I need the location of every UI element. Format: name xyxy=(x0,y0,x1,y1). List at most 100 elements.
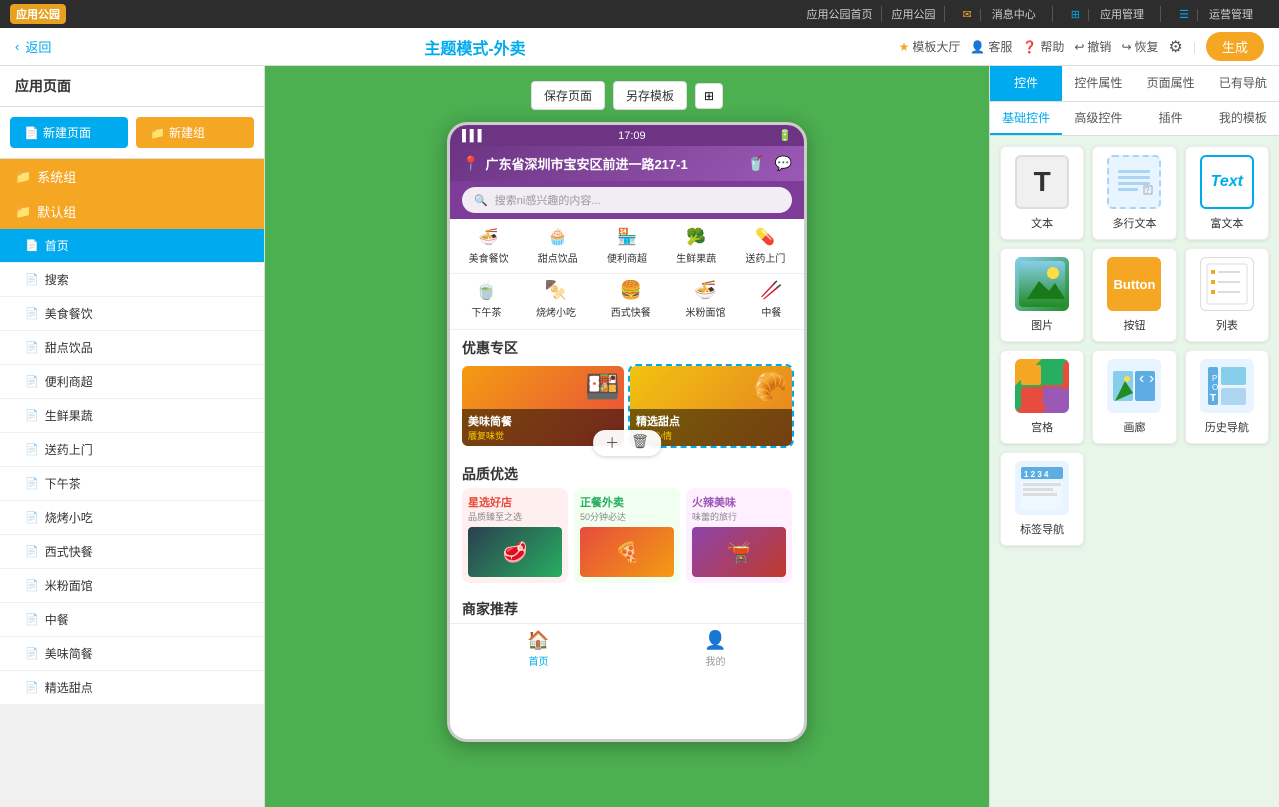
nav-link-operations[interactable]: ☰ 运营管理 xyxy=(1163,6,1269,22)
nav-link-msg[interactable]: ✉ 消息中心 xyxy=(947,6,1053,22)
sidebar-item-shaokao[interactable]: 📄 烧烤小吃 xyxy=(0,501,264,535)
undo-link[interactable]: ↩ 撤销 xyxy=(1074,38,1111,55)
cat-zhongcan-label: 中餐 xyxy=(761,304,781,319)
sidebar-group-default[interactable]: 📁 默认组 xyxy=(0,194,264,229)
canvas-expand-icon[interactable]: ⊞ xyxy=(695,83,723,109)
cat-mifen[interactable]: 🍜 米粉面馆 xyxy=(685,280,725,319)
cat-tiandian[interactable]: 🧁 甜点饮品 xyxy=(538,227,578,265)
tab-widgets[interactable]: 控件 xyxy=(990,66,1062,101)
sidebar-item-meijian[interactable]: 📄 美味简餐 xyxy=(0,637,264,671)
quality-img-0: 🥩 xyxy=(468,527,562,577)
widget-list[interactable]: 列表 xyxy=(1185,248,1269,342)
promo-delete-icon[interactable]: 🗑 xyxy=(631,433,649,453)
subtab-mytemplate[interactable]: 我的模板 xyxy=(1207,102,1279,135)
cat-mifen-icon: 🍜 xyxy=(694,280,716,301)
promo-add-icon[interactable]: ＋ xyxy=(605,433,619,453)
toolbar-actions: ★ 模板大厅 👤 客服 ❓ 帮助 ↩ 撤销 ↪ 恢复 ⚙ | 生成 xyxy=(899,32,1264,61)
widget-multitext[interactable]: ? 多行文本 xyxy=(1092,146,1176,240)
tab-nav[interactable]: 已有导航 xyxy=(1207,66,1279,101)
bottom-nav-home[interactable]: 🏠 首页 xyxy=(450,630,627,668)
signal-indicator: ▌▌▌ xyxy=(462,130,485,142)
page-icon-mifen: 📄 xyxy=(25,579,39,592)
sidebar-item-search[interactable]: 📄 搜索 xyxy=(0,263,264,297)
widget-richtext[interactable]: Text 富文本 xyxy=(1185,146,1269,240)
widget-text[interactable]: T 文本 xyxy=(1000,146,1084,240)
multitext-widget-icon: ? xyxy=(1107,155,1161,209)
msg-label: 消息中心 xyxy=(984,9,1044,21)
save-template-button[interactable]: 另存模板 xyxy=(613,81,687,110)
search-input[interactable]: 🔍 搜索ni感兴趣的内容... xyxy=(462,187,792,213)
sidebar-item-tiandian[interactable]: 📄 甜点饮品 xyxy=(0,331,264,365)
cat-xishi[interactable]: 🍔 西式快餐 xyxy=(611,280,651,319)
widget-button[interactable]: Button 按钮 xyxy=(1092,248,1176,342)
item-shengxian-label: 生鲜果蔬 xyxy=(45,407,93,424)
mine-nav-icon: 👤 xyxy=(704,630,726,651)
top-navigation: 应用公园 应用公园首页 应用公园 ✉ 消息中心 ⊞ 应用管理 ☰ 运营管理 xyxy=(0,0,1279,28)
canvas-area: 保存页面 另存模板 ⊞ ▌▌▌ 17:09 🔋 📍 广东省深圳市宝安区前进一路2… xyxy=(265,66,989,807)
sidebar-item-xiawucha[interactable]: 📄 下午茶 xyxy=(0,467,264,501)
cat-songyao-icon: 💊 xyxy=(755,227,775,247)
template-hall-label: 模板大厅 xyxy=(912,38,960,55)
subtab-advanced[interactable]: 高级控件 xyxy=(1062,102,1134,135)
tab-widget-props[interactable]: 控件属性 xyxy=(1062,66,1134,101)
cat-shaokao-icon: 🍢 xyxy=(545,280,567,301)
nav-link-park[interactable]: 应用公园 xyxy=(884,6,945,22)
right-panel-subtabs: 基础控件 高级控件 插件 我的模板 xyxy=(990,102,1279,136)
cat-bianli[interactable]: 🏪 便利商超 xyxy=(607,227,647,265)
sidebar-item-xishi[interactable]: 📄 西式快餐 xyxy=(0,535,264,569)
sidebar-item-shengxian[interactable]: 📄 生鲜果蔬 xyxy=(0,399,264,433)
cat-meishi[interactable]: 🍜 美食餐饮 xyxy=(469,227,509,265)
subtab-plugins[interactable]: 插件 xyxy=(1135,102,1207,135)
quality-item-0[interactable]: 星选好店 品质臻至之选 🥩 xyxy=(462,488,568,583)
sidebar-item-songyao[interactable]: 📄 送药上门 xyxy=(0,433,264,467)
cat-zhongcan[interactable]: 🥢 中餐 xyxy=(760,280,782,319)
cat-shaokao[interactable]: 🍢 烧烤小吃 xyxy=(536,280,576,319)
nav-link-appmanage[interactable]: ⊞ 应用管理 xyxy=(1055,6,1161,22)
sidebar-item-zhongcan[interactable]: 📄 中餐 xyxy=(0,603,264,637)
home-nav-label: 首页 xyxy=(529,653,549,668)
quality-item-2[interactable]: 火辣美味 味蕾的旅行 🫕 xyxy=(686,488,792,583)
folder-icon-2: 📁 xyxy=(15,204,31,220)
bottom-nav-mine[interactable]: 👤 我的 xyxy=(627,630,804,668)
widget-image[interactable]: 图片 xyxy=(1000,248,1084,342)
page-icon-xiawucha: 📄 xyxy=(25,477,39,490)
sidebar-group-system[interactable]: 📁 系统组 xyxy=(0,159,264,194)
template-hall-link[interactable]: ★ 模板大厅 xyxy=(899,38,961,55)
widget-grid-item[interactable]: 宫格 xyxy=(1000,350,1084,444)
cat-songyao[interactable]: 💊 送药上门 xyxy=(745,227,785,265)
customer-service-link[interactable]: 👤 客服 xyxy=(970,38,1012,55)
quality-item-1[interactable]: 正餐外卖 50分钟必达 🍕 xyxy=(574,488,680,583)
new-page-button[interactable]: 📄 新建页面 xyxy=(10,117,128,148)
cup-icon: 🥤 xyxy=(747,155,764,172)
sidebar-item-meishi[interactable]: 📄 美食餐饮 xyxy=(0,297,264,331)
toolbar-back[interactable]: ‹ 返回 xyxy=(15,37,51,56)
subtab-basic[interactable]: 基础控件 xyxy=(990,102,1062,135)
help-link[interactable]: ❓ 帮助 xyxy=(1022,38,1064,55)
generate-button[interactable]: 生成 xyxy=(1206,32,1264,61)
redo-link[interactable]: ↪ 恢复 xyxy=(1121,38,1158,55)
cat-shengxian-icon: 🥦 xyxy=(686,227,706,247)
cat-shengxian[interactable]: 🥦 生鲜果蔬 xyxy=(676,227,716,265)
new-group-button[interactable]: 📁 新建组 xyxy=(136,117,254,148)
operations-label: 运营管理 xyxy=(1201,9,1261,21)
item-mifen-label: 米粉面馆 xyxy=(45,577,93,594)
widget-tabnav[interactable]: 1 2 3 4 标签导航 xyxy=(1000,452,1084,546)
grid-widget-label: 宫格 xyxy=(1031,419,1053,435)
nav-link-home[interactable]: 应用公园首页 xyxy=(799,6,882,22)
new-group-label: 新建组 xyxy=(169,124,205,141)
page-icon-jingxuan: 📄 xyxy=(25,681,39,694)
widget-gallery[interactable]: ‹ › 画廊 xyxy=(1092,350,1176,444)
main-layout: 应用页面 📄 新建页面 📁 新建组 📁 系统组 📁 默认组 📄 首页 xyxy=(0,66,1279,807)
widget-histnav[interactable]: T O P 历史导航 xyxy=(1185,350,1269,444)
item-tiandian-label: 甜点饮品 xyxy=(45,339,93,356)
sidebar-item-bianli[interactable]: 📄 便利商超 xyxy=(0,365,264,399)
tab-page-props[interactable]: 页面属性 xyxy=(1135,66,1207,101)
header-icons: 🥤 💬 xyxy=(747,155,792,172)
image-widget-icon xyxy=(1015,257,1069,311)
sidebar-item-mifen[interactable]: 📄 米粉面馆 xyxy=(0,569,264,603)
settings-icon[interactable]: ⚙ xyxy=(1169,37,1183,57)
cat-xiawucha[interactable]: 🍵 下午茶 xyxy=(471,280,501,319)
save-page-button[interactable]: 保存页面 xyxy=(531,81,605,110)
sidebar-item-jingxuan[interactable]: 📄 精选甜点 xyxy=(0,671,264,705)
sidebar-item-home[interactable]: 📄 首页 xyxy=(0,229,264,263)
